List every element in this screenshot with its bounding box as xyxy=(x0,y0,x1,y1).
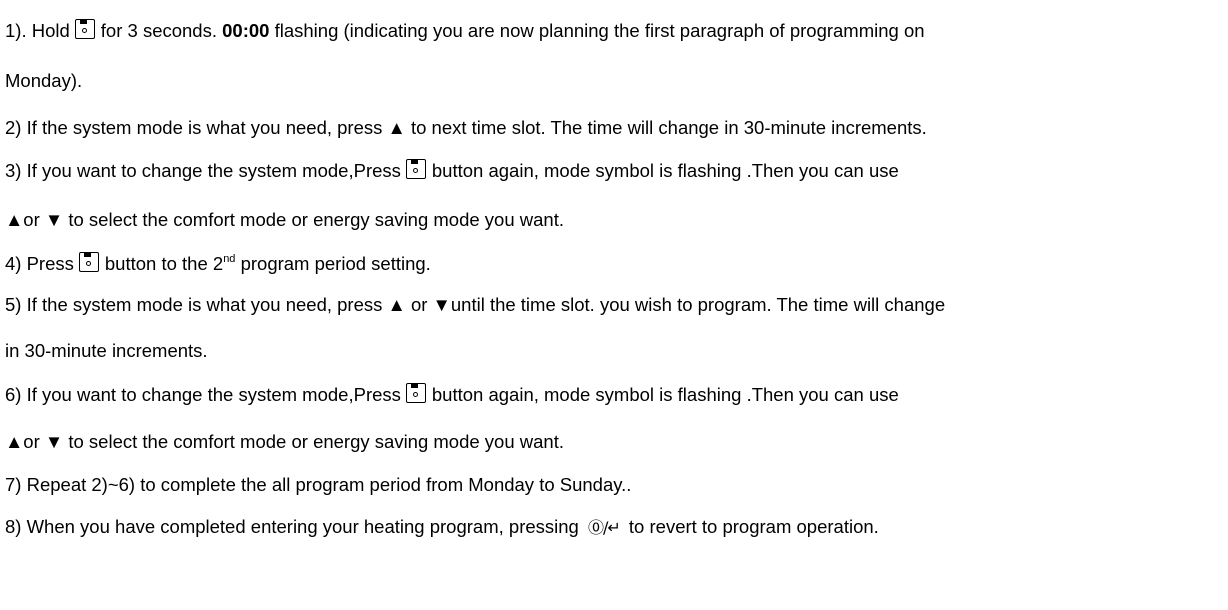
step-3-line-1: 3) If you want to change the system mode… xyxy=(5,159,899,183)
step-1-line-2: Monday). xyxy=(5,69,82,93)
step-7-text: 7) Repeat 2)~6) to complete the all prog… xyxy=(5,474,632,495)
step-8-text-a: 8) When you have completed entering your… xyxy=(5,516,579,537)
step-7-line: 7) Repeat 2)~6) to complete the all prog… xyxy=(5,473,631,497)
program-button-icon xyxy=(78,252,99,272)
program-button-icon xyxy=(74,19,95,39)
step-1-line-1: 1). Hold for 3 seconds. 00:00 flashing (i… xyxy=(5,19,925,43)
step-8-line: 8) When you have completed entering your… xyxy=(5,515,879,540)
step-5-line-2: in 30-minute increments. xyxy=(5,339,208,363)
step-3-text-b: button again, mode symbol is flashing .T… xyxy=(431,160,899,181)
program-button-icon xyxy=(405,383,426,403)
time-display-value: 00:00 xyxy=(222,20,270,41)
step-1-text-d: Monday). xyxy=(5,70,83,91)
step-5-text-b: in 30-minute increments. xyxy=(5,340,208,361)
program-button-icon xyxy=(405,159,426,179)
run-return-icon: ⓪/↵ xyxy=(587,518,621,537)
step-4-text-b: button to the 2 xyxy=(104,253,224,274)
step-2-text: 2) If the system mode is what you need, … xyxy=(5,117,927,138)
step-5-text-a: 5) If the system mode is what you need, … xyxy=(5,294,946,315)
step-8-text-b: to revert to program operation. xyxy=(628,516,879,537)
step-6-text-a: 6) If you want to change the system mode… xyxy=(5,384,401,405)
step-6-text-b: button again, mode symbol is flashing .T… xyxy=(431,384,899,405)
step-2-line: 2) If the system mode is what you need, … xyxy=(5,116,927,140)
step-4-line: 4) Press button to the 2nd program period… xyxy=(5,252,431,276)
step-5-line-1: 5) If the system mode is what you need, … xyxy=(5,293,945,317)
step-1-text-c: flashing (indicating you are now plannin… xyxy=(274,20,925,41)
step-3-line-2: ▲or ▼ to select the comfort mode or ener… xyxy=(5,208,564,232)
step-1-text-b: for 3 seconds. xyxy=(100,20,217,41)
ordinal-suffix: nd xyxy=(223,253,236,265)
step-4-text-a: 4) Press xyxy=(5,253,74,274)
step-3-text-a: 3) If you want to change the system mode… xyxy=(5,160,401,181)
step-3-text-c: ▲or ▼ to select the comfort mode or ener… xyxy=(5,209,564,230)
step-6-line-1: 6) If you want to change the system mode… xyxy=(5,383,899,407)
step-6-line-2: ▲or ▼ to select the comfort mode or ener… xyxy=(5,430,564,454)
step-4-text-c: program period setting. xyxy=(240,253,431,274)
step-6-text-c: ▲or ▼ to select the comfort mode or ener… xyxy=(5,431,564,452)
step-1-text-a: 1). Hold xyxy=(5,20,70,41)
